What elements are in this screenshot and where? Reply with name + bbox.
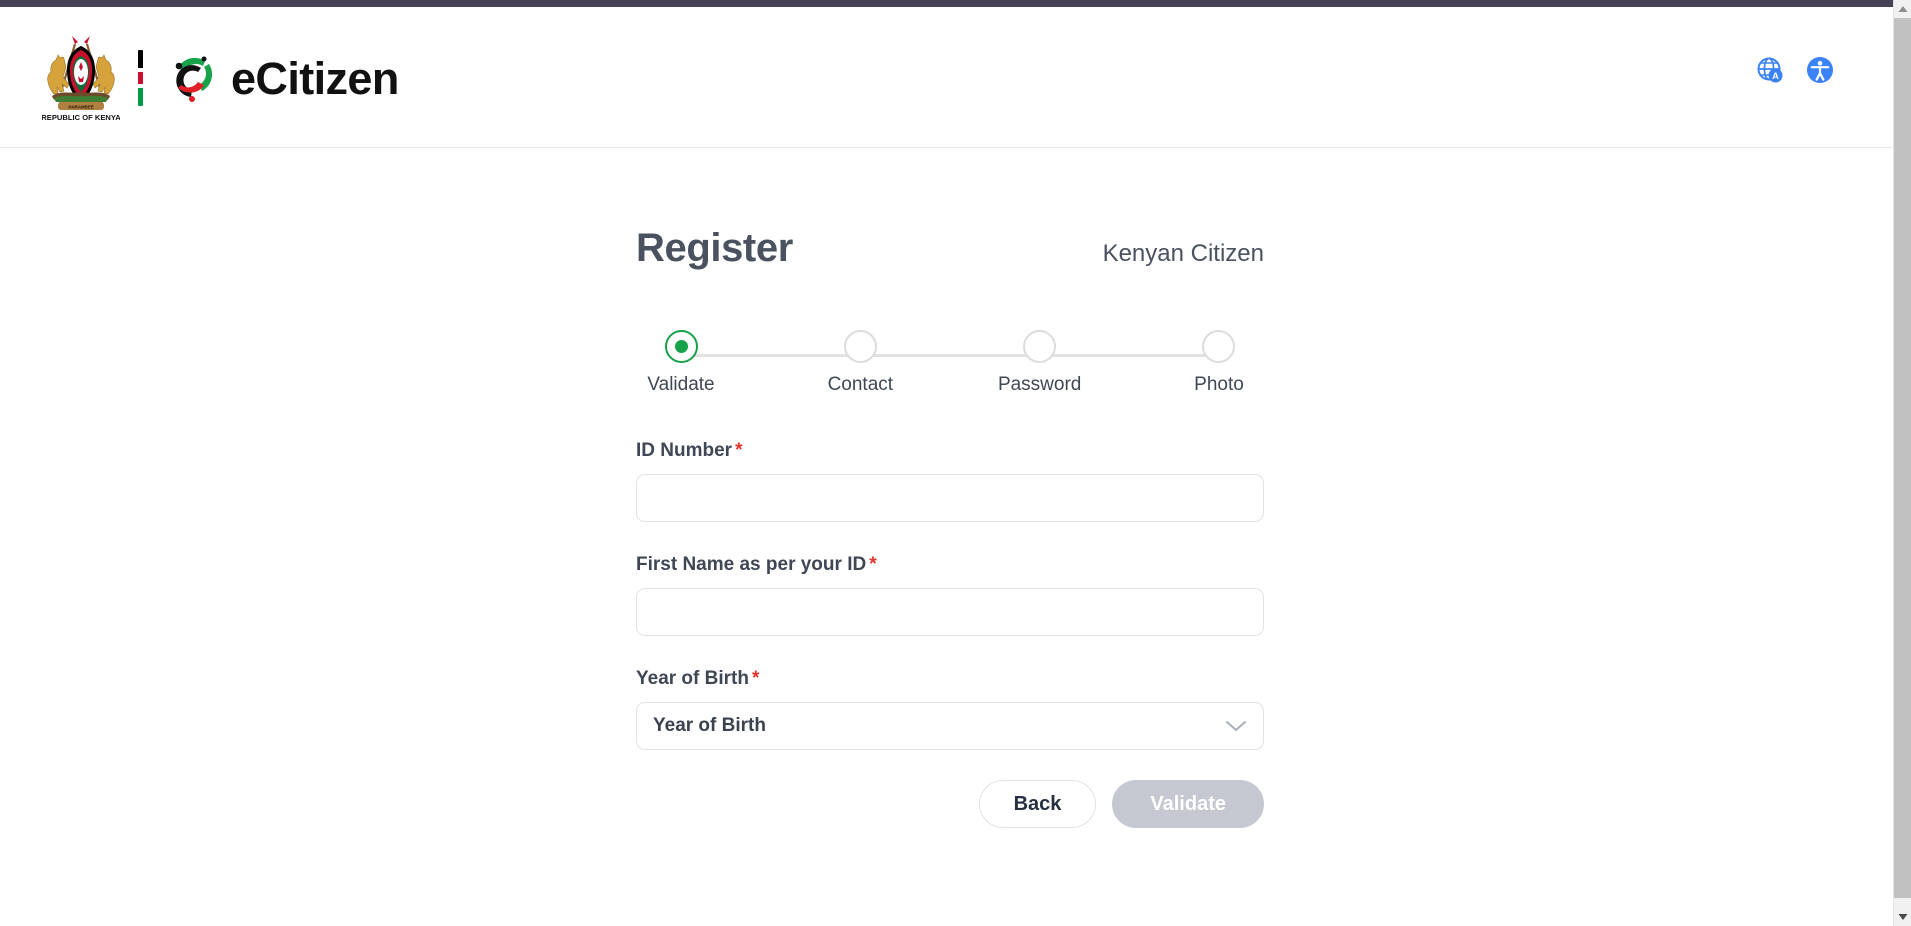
flag-divider (138, 50, 143, 106)
scroll-up-arrow-icon[interactable] (1894, 0, 1911, 18)
page-title: Register (636, 226, 793, 270)
site-header: HARAMBEE REPUBLIC OF KENYA eCitizen A (0, 7, 1893, 148)
field-id-number: ID Number * (636, 440, 1264, 522)
step-circle-icon (843, 330, 877, 363)
year-of-birth-select[interactable]: Year of Birth (636, 702, 1264, 750)
main-content: Register Kenyan Citizen Validate Contact (0, 148, 1893, 926)
ecitizen-wordmark: eCitizen (231, 52, 399, 104)
translate-icon[interactable]: A (1755, 55, 1785, 85)
accessibility-icon[interactable] (1805, 55, 1835, 85)
back-button[interactable]: Back (978, 780, 1097, 828)
id-number-label-text: ID Number (636, 440, 733, 461)
first-name-label: First Name as per your ID * (636, 554, 1264, 576)
required-asterisk: * (751, 668, 760, 689)
stepper-steps: Validate Contact Password Photo (636, 330, 1264, 396)
first-name-input[interactable] (636, 588, 1264, 636)
page-root: HARAMBEE REPUBLIC OF KENYA eCitizen A Re… (0, 0, 1911, 926)
vertical-scrollbar[interactable] (1893, 0, 1911, 926)
step-validate[interactable]: Validate (636, 330, 726, 396)
id-number-label: ID Number * (636, 440, 1264, 462)
scrollbar-thumb[interactable] (1894, 18, 1911, 898)
form-actions: Back Validate (636, 780, 1264, 828)
step-label: Password (997, 374, 1082, 395)
year-of-birth-select-wrap: Year of Birth (636, 702, 1264, 750)
required-asterisk: * (735, 440, 743, 461)
registration-stepper: Validate Contact Password Photo (636, 330, 1264, 408)
svg-text:REPUBLIC OF KENYA: REPUBLIC OF KENYA (42, 113, 120, 122)
id-number-input[interactable] (636, 474, 1264, 522)
year-of-birth-selected-value: Year of Birth (653, 715, 766, 736)
header-actions: A (1755, 55, 1835, 85)
year-of-birth-label: Year of Birth * (636, 668, 1264, 690)
scroll-down-arrow-icon[interactable] (1894, 908, 1911, 926)
field-first-name: First Name as per your ID * (636, 554, 1264, 636)
step-label: Photo (1194, 374, 1244, 395)
kenya-coat-of-arms-icon: HARAMBEE REPUBLIC OF KENYA (42, 36, 120, 122)
svg-text:A: A (1772, 70, 1779, 81)
field-year-of-birth: Year of Birth * Year of Birth (636, 668, 1264, 750)
register-form: Register Kenyan Citizen Validate Contact (636, 228, 1264, 828)
step-label: Validate (647, 374, 715, 395)
title-row: Register Kenyan Citizen (636, 228, 1264, 284)
first-name-label-text: First Name as per your ID (636, 554, 867, 575)
step-contact[interactable]: Contact (815, 330, 905, 396)
year-of-birth-label-text: Year of Birth (636, 668, 749, 689)
svg-text:HARAMBEE: HARAMBEE (68, 104, 93, 109)
required-asterisk: * (869, 554, 877, 575)
step-circle-icon (1023, 330, 1057, 363)
brand-logo[interactable]: HARAMBEE REPUBLIC OF KENYA eCitizen (42, 33, 399, 123)
step-label: Contact (827, 374, 894, 395)
step-circle-icon (1202, 330, 1236, 363)
citizen-type-label: Kenyan Citizen (1102, 240, 1264, 267)
step-password[interactable]: Password (995, 330, 1085, 396)
ecitizen-swirl-icon (175, 56, 213, 102)
browser-top-strip (0, 0, 1893, 7)
step-photo[interactable]: Photo (1174, 330, 1264, 396)
validate-button[interactable]: Validate (1112, 780, 1264, 828)
step-circle-icon (664, 330, 698, 363)
